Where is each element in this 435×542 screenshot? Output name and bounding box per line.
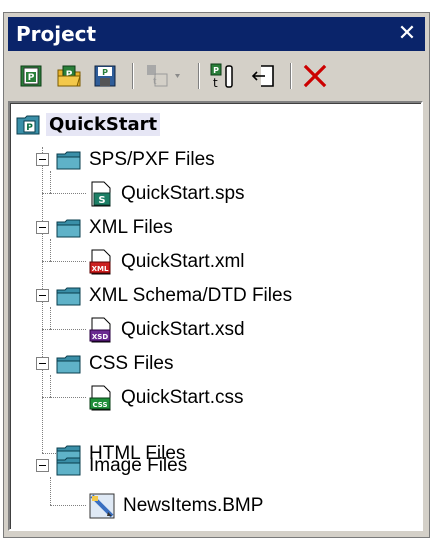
svg-text:XSD: XSD: [92, 333, 108, 341]
tree-connector: [50, 505, 86, 506]
add-files-dropdown-icon: t: [147, 65, 180, 87]
toolbar-separator: [198, 63, 199, 89]
toolbar-separator: [132, 63, 133, 89]
save-project-icon: P: [94, 65, 116, 87]
svg-text:P: P: [26, 123, 33, 133]
folder-label: CSS Files: [89, 353, 174, 374]
collapse-toggle[interactable]: [36, 357, 49, 370]
close-icon[interactable]: ✕: [395, 21, 419, 47]
project-icon: P: [16, 115, 40, 135]
svg-text:CSS: CSS: [92, 401, 107, 409]
add-files-dropdown-button[interactable]: t: [142, 61, 188, 91]
svg-text:XML: XML: [92, 265, 109, 273]
file-label: QuickStart.css: [121, 387, 244, 408]
toolbar: P P P t P t: [8, 55, 425, 99]
svg-text:P: P: [28, 73, 35, 83]
xml-file-icon: XML: [89, 249, 111, 275]
tree-root-project[interactable]: P QuickStart: [16, 109, 161, 139]
tree-folder-sps-pxf[interactable]: SPS/PXF Files: [56, 145, 218, 175]
folder-label: Image Files: [89, 455, 188, 476]
tree-root-label: QuickStart: [46, 112, 161, 136]
tree-file-xml[interactable]: XML QuickStart.xml: [88, 247, 248, 277]
svg-text:P: P: [102, 68, 108, 77]
title-bar[interactable]: Project ✕: [8, 17, 425, 51]
tree-connector: [50, 477, 51, 505]
new-project-button[interactable]: P: [16, 61, 46, 91]
tree-file-xsd[interactable]: XSD QuickStart.xsd: [88, 315, 248, 345]
tree-folder-image[interactable]: Image Files: [56, 451, 190, 481]
tree-connector: [50, 375, 51, 397]
folder-icon: [56, 457, 81, 476]
add-active-file-icon: P t: [210, 63, 233, 89]
tree-file-sps[interactable]: S QuickStart.sps: [88, 179, 248, 209]
new-project-icon: P: [20, 65, 42, 87]
css-file-icon: CSS: [89, 385, 111, 411]
svg-text:S: S: [98, 195, 105, 206]
delete-icon: [303, 64, 327, 88]
sps-file-icon: S: [91, 181, 111, 207]
xsd-file-icon: XSD: [89, 317, 111, 343]
tree-connector: [50, 329, 86, 330]
tree-folder-xml[interactable]: XML Files: [56, 213, 176, 243]
project-tree[interactable]: P QuickStart SPS/PXF Files S QuickStart.…: [8, 101, 423, 531]
collapse-toggle[interactable]: [36, 221, 49, 234]
collapse-toggle[interactable]: [36, 459, 49, 472]
panel-title: Project: [16, 22, 97, 46]
tree-file-bmp[interactable]: NewsItems.BMP: [88, 491, 266, 521]
svg-text:t: t: [153, 77, 157, 87]
file-label: NewsItems.BMP: [123, 495, 264, 516]
tree-connector: [50, 193, 86, 194]
tree-folder-schema[interactable]: XML Schema/DTD Files: [56, 281, 295, 311]
file-label: QuickStart.xsd: [121, 319, 245, 340]
folder-label: SPS/PXF Files: [89, 149, 215, 170]
save-project-button[interactable]: P: [90, 61, 120, 91]
tree-connector: [50, 171, 51, 193]
open-project-icon: P: [57, 65, 81, 87]
file-label: QuickStart.sps: [121, 183, 245, 204]
tree-connector: [50, 397, 86, 398]
toolbar-separator: [290, 63, 291, 89]
folder-label: XML Schema/DTD Files: [89, 285, 293, 306]
add-external-button[interactable]: [248, 61, 278, 91]
folder-icon: [56, 151, 81, 170]
add-active-file-button[interactable]: P t: [208, 61, 238, 91]
add-url-icon: [251, 65, 274, 87]
open-project-button[interactable]: P: [54, 61, 84, 91]
collapse-toggle[interactable]: [36, 289, 49, 302]
folder-icon: [56, 219, 81, 238]
tree-file-css[interactable]: CSS QuickStart.css: [88, 383, 246, 413]
delete-button[interactable]: [300, 61, 330, 91]
svg-text:P: P: [213, 66, 219, 75]
file-label: QuickStart.xml: [121, 251, 245, 272]
tree-connector: [50, 307, 51, 329]
svg-text:t: t: [213, 76, 218, 89]
folder-label: XML Files: [89, 217, 173, 238]
folder-icon: [56, 355, 81, 374]
bmp-image-icon: [89, 493, 115, 519]
folder-icon: [56, 287, 81, 306]
tree-connector: [50, 239, 51, 261]
tree-folder-css[interactable]: CSS Files: [56, 349, 176, 379]
collapse-toggle[interactable]: [36, 153, 49, 166]
project-window: Project ✕ P P P t P t P QuickStart SPS/P…: [3, 12, 430, 538]
tree-connector: [50, 261, 86, 262]
